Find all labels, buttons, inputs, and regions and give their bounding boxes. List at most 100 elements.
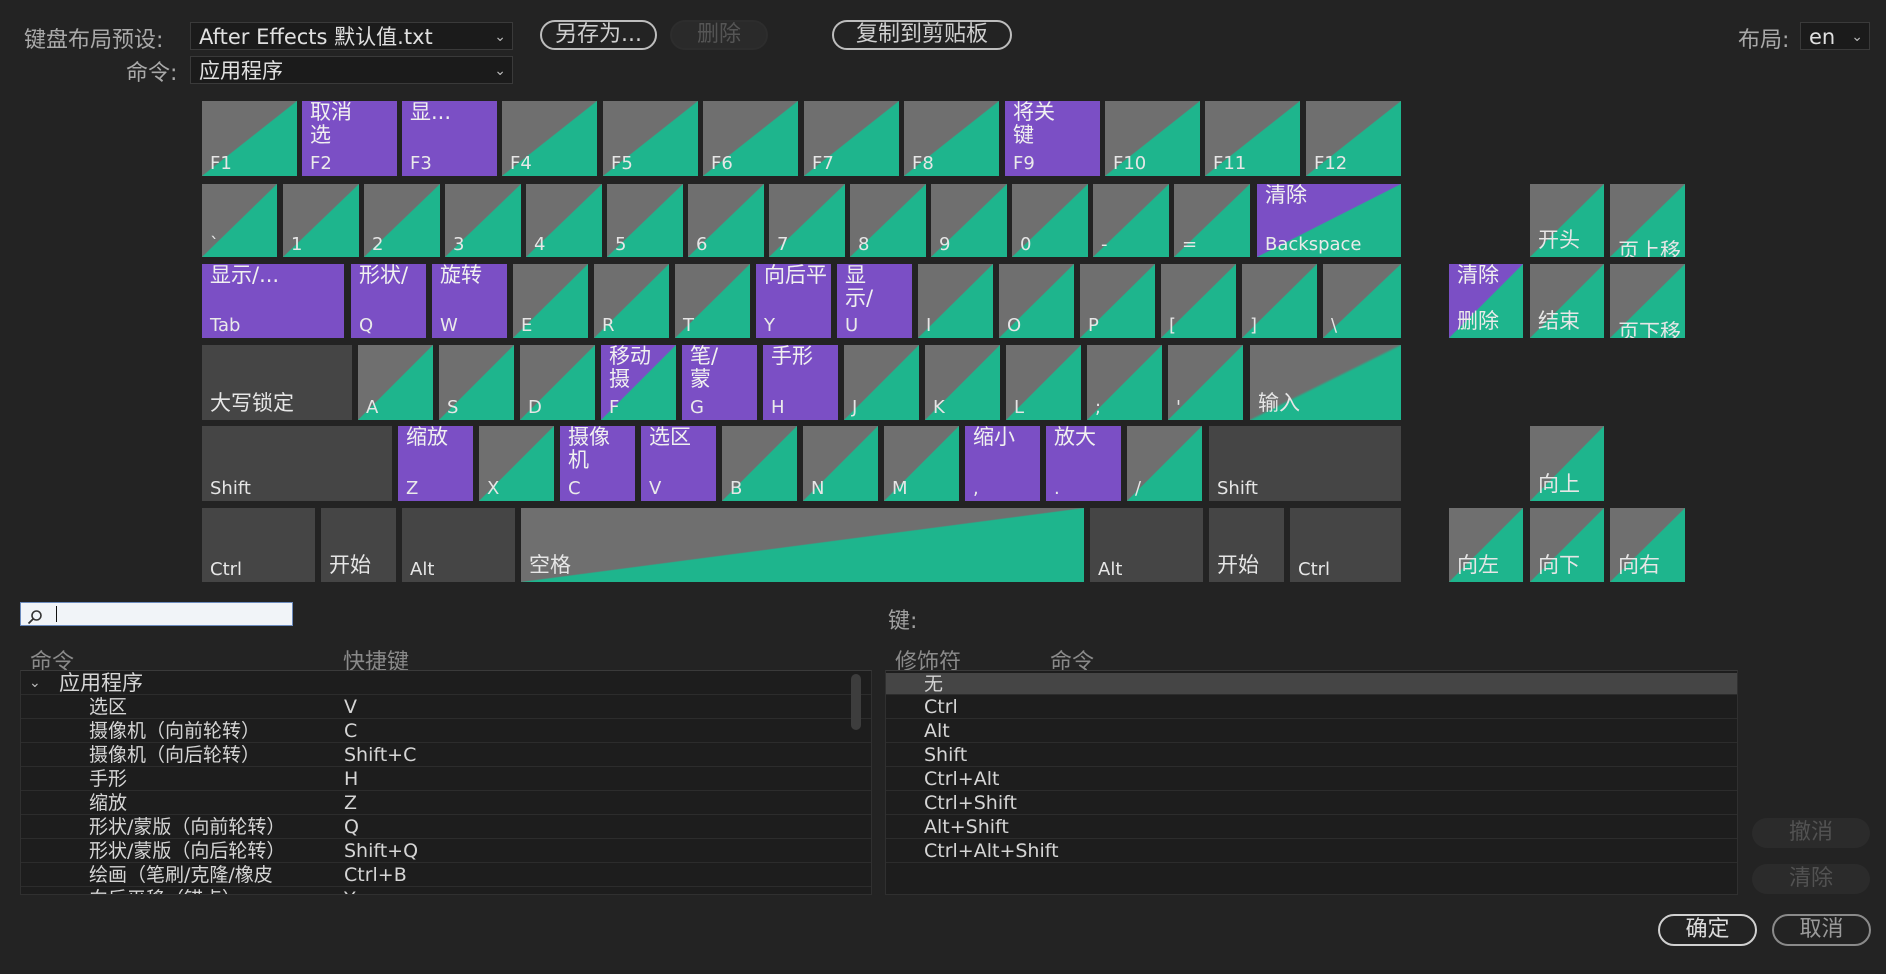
modifier-row[interactable]: Shift [886, 743, 1737, 767]
undo-button[interactable]: 撤消 [1752, 818, 1870, 848]
modifier-row[interactable]: Alt+Shift [886, 815, 1737, 839]
modifier-row[interactable]: Ctrl+Alt+Shift [886, 839, 1737, 863]
key-lwin[interactable]: 开始 [321, 508, 396, 582]
command-dropdown[interactable]: 应用程序 ⌄ [190, 56, 513, 84]
key-5[interactable]: 5 [607, 184, 683, 257]
key-period[interactable]: 放大. [1046, 426, 1121, 501]
key-f[interactable]: 移动摄 F [601, 345, 676, 420]
key-capslock[interactable]: 大写锁定 [202, 345, 352, 420]
table-row[interactable]: 绘画（笔刷/克隆/橡皮 Ctrl+B [21, 863, 871, 887]
key-end[interactable]: 结束 [1530, 264, 1604, 338]
key-a[interactable]: A [358, 345, 433, 420]
key-9[interactable]: 9 [931, 184, 1007, 257]
key-s[interactable]: S [439, 345, 514, 420]
key-down[interactable]: 向下 [1530, 508, 1604, 582]
key-equal[interactable]: = [1174, 184, 1250, 257]
key-lshift[interactable]: Shift [202, 426, 392, 501]
key-up[interactable]: 向上 [1530, 426, 1604, 501]
key-e[interactable]: E [513, 264, 588, 338]
table-row[interactable]: 形状/蒙版（向前轮转） Q [21, 815, 871, 839]
table-row[interactable]: 摄像机（向前轮转） C [21, 719, 871, 743]
key-lctrl[interactable]: Ctrl [202, 508, 315, 582]
search-input[interactable] [20, 602, 293, 626]
key-quote[interactable]: ' [1168, 345, 1243, 420]
key-7[interactable]: 7 [769, 184, 845, 257]
key-slash[interactable]: / [1127, 426, 1202, 501]
key-r[interactable]: R [594, 264, 669, 338]
key-6[interactable]: 6 [688, 184, 764, 257]
modifier-row[interactable]: Ctrl+Alt [886, 767, 1737, 791]
key-rbracket[interactable]: ] [1242, 264, 1317, 338]
key-j[interactable]: J [844, 345, 919, 420]
scrollbar-thumb[interactable] [851, 674, 861, 730]
key-f2[interactable]: 取消选 F2 [302, 101, 397, 176]
delete-preset-button[interactable]: 删除 [670, 20, 768, 50]
key-q[interactable]: 形状/Q [351, 264, 426, 338]
copy-to-clipboard-button[interactable]: 复制到剪贴板 [832, 20, 1012, 50]
key-pageup[interactable]: 页上移 [1610, 184, 1685, 257]
table-row[interactable]: 缩放 Z [21, 791, 871, 815]
modifier-list[interactable]: 无 Ctrl Alt Shift Ctrl+Alt Ctrl+Shift Alt… [885, 670, 1738, 895]
key-rwin[interactable]: 开始 [1209, 508, 1284, 582]
key-x[interactable]: X [479, 426, 554, 501]
key-t[interactable]: T [675, 264, 750, 338]
cancel-button[interactable]: 取消 [1772, 914, 1871, 946]
key-backslash[interactable]: \ [1323, 264, 1401, 338]
key-0[interactable]: 0 [1012, 184, 1088, 257]
key-ralt[interactable]: Alt [1090, 508, 1203, 582]
key-minus[interactable]: - [1093, 184, 1169, 257]
key-semicolon[interactable]: ; [1087, 345, 1162, 420]
key-pagedown[interactable]: 页下移 [1610, 264, 1685, 338]
key-f11[interactable]: F11 [1205, 101, 1300, 176]
key-comma[interactable]: 缩小, [965, 426, 1040, 501]
modifier-row[interactable]: 无 [886, 673, 1737, 695]
table-row[interactable]: 摄像机（向后轮转） Shift+C [21, 743, 871, 767]
key-2[interactable]: 2 [364, 184, 440, 257]
key-f3[interactable]: 显... F3 [402, 101, 497, 176]
key-f8[interactable]: F8 [904, 101, 999, 176]
table-row[interactable]: 向后平移（锚点） Y [21, 887, 871, 894]
key-p[interactable]: P [1080, 264, 1155, 338]
ok-button[interactable]: 确定 [1658, 914, 1757, 946]
key-right[interactable]: 向右 [1610, 508, 1685, 582]
key-8[interactable]: 8 [850, 184, 926, 257]
key-1[interactable]: 1 [283, 184, 359, 257]
key-f5[interactable]: F5 [603, 101, 698, 176]
key-i[interactable]: I [918, 264, 993, 338]
key-delete[interactable]: 清除 删除 [1449, 264, 1523, 338]
key-z[interactable]: 缩放 Z [398, 426, 473, 501]
key-n[interactable]: N [803, 426, 878, 501]
key-backspace[interactable]: 清除 Backspace [1257, 184, 1401, 257]
command-list[interactable]: ⌄ 应用程序 选区 V 摄像机（向前轮转） C 摄像机（向后轮转） Shift+C 手… [20, 670, 872, 895]
key-d[interactable]: D [520, 345, 595, 420]
key-u[interactable]: 显示/U [837, 264, 912, 338]
key-space[interactable]: 空格 [521, 508, 1084, 582]
key-h[interactable]: 手形 H [763, 345, 838, 420]
key-backtick[interactable]: ` [202, 184, 277, 257]
key-f1[interactable]: F1 [202, 101, 297, 176]
key-tab[interactable]: 显示/... Tab [202, 264, 344, 338]
clear-button[interactable]: 清除 [1752, 864, 1870, 894]
key-home[interactable]: 开头 [1530, 184, 1604, 257]
table-row[interactable]: 手形 H [21, 767, 871, 791]
key-g[interactable]: 笔/蒙 G [682, 345, 757, 420]
key-rshift[interactable]: Shift [1209, 426, 1401, 501]
key-b[interactable]: B [722, 426, 797, 501]
key-m[interactable]: M [884, 426, 959, 501]
key-rctrl[interactable]: Ctrl [1290, 508, 1401, 582]
key-w[interactable]: 旋转 W [432, 264, 507, 338]
key-left[interactable]: 向左 [1449, 508, 1523, 582]
key-enter[interactable]: 输入 [1250, 345, 1401, 420]
key-f4[interactable]: F4 [502, 101, 597, 176]
key-l[interactable]: L [1006, 345, 1081, 420]
key-k[interactable]: K [925, 345, 1000, 420]
table-row[interactable]: 形状/蒙版（向后轮转） Shift+Q [21, 839, 871, 863]
key-f7[interactable]: F7 [804, 101, 899, 176]
key-c[interactable]: 摄像机 C [560, 426, 635, 501]
key-f9[interactable]: 将关键 F9 [1005, 101, 1100, 176]
table-row[interactable]: 选区 V [21, 695, 871, 719]
key-4[interactable]: 4 [526, 184, 602, 257]
key-v[interactable]: 选区 V [641, 426, 716, 501]
key-f10[interactable]: F10 [1105, 101, 1200, 176]
key-lalt[interactable]: Alt [402, 508, 515, 582]
